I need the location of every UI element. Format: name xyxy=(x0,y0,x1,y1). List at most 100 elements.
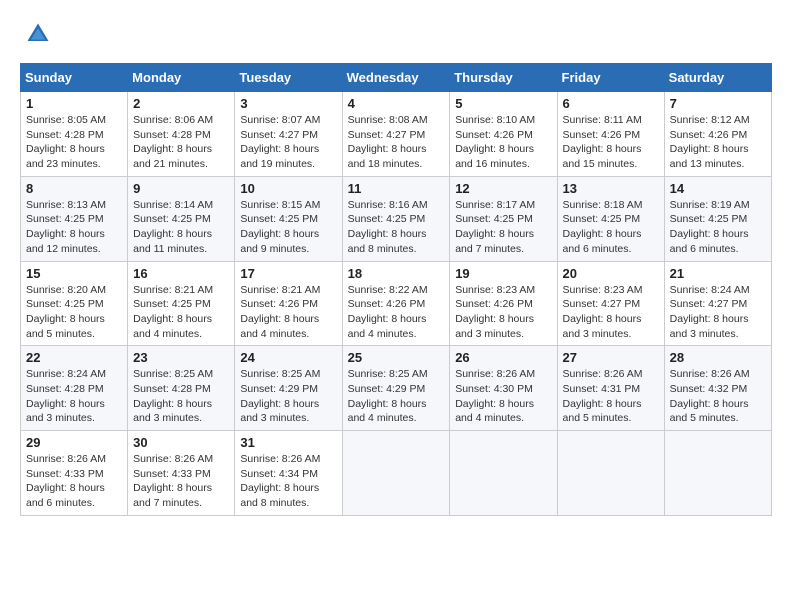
weekday-header-sunday: Sunday xyxy=(21,64,128,92)
calendar-cell: 16 Sunrise: 8:21 AM Sunset: 4:25 PM Dayl… xyxy=(128,261,235,346)
week-row-3: 15 Sunrise: 8:20 AM Sunset: 4:25 PM Dayl… xyxy=(21,261,772,346)
day-number: 10 xyxy=(240,181,336,196)
day-number: 5 xyxy=(455,96,551,111)
day-info: Sunrise: 8:22 AM Sunset: 4:26 PM Dayligh… xyxy=(348,283,445,342)
day-number: 18 xyxy=(348,266,445,281)
day-info: Sunrise: 8:25 AM Sunset: 4:28 PM Dayligh… xyxy=(133,367,229,426)
week-row-1: 1 Sunrise: 8:05 AM Sunset: 4:28 PM Dayli… xyxy=(21,92,772,177)
calendar-cell xyxy=(557,431,664,516)
weekday-header-saturday: Saturday xyxy=(664,64,771,92)
calendar-cell xyxy=(664,431,771,516)
page-header xyxy=(20,20,772,53)
calendar-cell: 18 Sunrise: 8:22 AM Sunset: 4:26 PM Dayl… xyxy=(342,261,450,346)
day-number: 26 xyxy=(455,350,551,365)
calendar-cell: 19 Sunrise: 8:23 AM Sunset: 4:26 PM Dayl… xyxy=(450,261,557,346)
calendar-cell: 13 Sunrise: 8:18 AM Sunset: 4:25 PM Dayl… xyxy=(557,176,664,261)
day-number: 27 xyxy=(563,350,659,365)
calendar-cell: 4 Sunrise: 8:08 AM Sunset: 4:27 PM Dayli… xyxy=(342,92,450,177)
day-info: Sunrise: 8:21 AM Sunset: 4:26 PM Dayligh… xyxy=(240,283,336,342)
day-info: Sunrise: 8:16 AM Sunset: 4:25 PM Dayligh… xyxy=(348,198,445,257)
calendar-cell: 30 Sunrise: 8:26 AM Sunset: 4:33 PM Dayl… xyxy=(128,431,235,516)
calendar-cell: 26 Sunrise: 8:26 AM Sunset: 4:30 PM Dayl… xyxy=(450,346,557,431)
weekday-header-row: SundayMondayTuesdayWednesdayThursdayFrid… xyxy=(21,64,772,92)
weekday-header-monday: Monday xyxy=(128,64,235,92)
day-info: Sunrise: 8:26 AM Sunset: 4:31 PM Dayligh… xyxy=(563,367,659,426)
calendar-cell: 3 Sunrise: 8:07 AM Sunset: 4:27 PM Dayli… xyxy=(235,92,342,177)
calendar-cell: 2 Sunrise: 8:06 AM Sunset: 4:28 PM Dayli… xyxy=(128,92,235,177)
week-row-5: 29 Sunrise: 8:26 AM Sunset: 4:33 PM Dayl… xyxy=(21,431,772,516)
day-info: Sunrise: 8:12 AM Sunset: 4:26 PM Dayligh… xyxy=(670,113,766,172)
day-info: Sunrise: 8:20 AM Sunset: 4:25 PM Dayligh… xyxy=(26,283,122,342)
day-number: 2 xyxy=(133,96,229,111)
day-info: Sunrise: 8:24 AM Sunset: 4:27 PM Dayligh… xyxy=(670,283,766,342)
day-info: Sunrise: 8:07 AM Sunset: 4:27 PM Dayligh… xyxy=(240,113,336,172)
calendar-cell: 9 Sunrise: 8:14 AM Sunset: 4:25 PM Dayli… xyxy=(128,176,235,261)
day-number: 30 xyxy=(133,435,229,450)
day-number: 8 xyxy=(26,181,122,196)
calendar-cell: 24 Sunrise: 8:25 AM Sunset: 4:29 PM Dayl… xyxy=(235,346,342,431)
day-number: 14 xyxy=(670,181,766,196)
weekday-header-tuesday: Tuesday xyxy=(235,64,342,92)
calendar-cell: 23 Sunrise: 8:25 AM Sunset: 4:28 PM Dayl… xyxy=(128,346,235,431)
day-info: Sunrise: 8:23 AM Sunset: 4:27 PM Dayligh… xyxy=(563,283,659,342)
day-info: Sunrise: 8:21 AM Sunset: 4:25 PM Dayligh… xyxy=(133,283,229,342)
calendar-cell: 1 Sunrise: 8:05 AM Sunset: 4:28 PM Dayli… xyxy=(21,92,128,177)
day-info: Sunrise: 8:15 AM Sunset: 4:25 PM Dayligh… xyxy=(240,198,336,257)
logo-icon xyxy=(24,20,52,48)
day-number: 3 xyxy=(240,96,336,111)
day-info: Sunrise: 8:18 AM Sunset: 4:25 PM Dayligh… xyxy=(563,198,659,257)
calendar-cell: 21 Sunrise: 8:24 AM Sunset: 4:27 PM Dayl… xyxy=(664,261,771,346)
weekday-header-wednesday: Wednesday xyxy=(342,64,450,92)
week-row-2: 8 Sunrise: 8:13 AM Sunset: 4:25 PM Dayli… xyxy=(21,176,772,261)
calendar-cell: 25 Sunrise: 8:25 AM Sunset: 4:29 PM Dayl… xyxy=(342,346,450,431)
day-info: Sunrise: 8:19 AM Sunset: 4:25 PM Dayligh… xyxy=(670,198,766,257)
day-info: Sunrise: 8:26 AM Sunset: 4:34 PM Dayligh… xyxy=(240,452,336,511)
day-number: 21 xyxy=(670,266,766,281)
calendar-cell: 14 Sunrise: 8:19 AM Sunset: 4:25 PM Dayl… xyxy=(664,176,771,261)
calendar-cell: 20 Sunrise: 8:23 AM Sunset: 4:27 PM Dayl… xyxy=(557,261,664,346)
calendar-cell: 27 Sunrise: 8:26 AM Sunset: 4:31 PM Dayl… xyxy=(557,346,664,431)
calendar-cell: 17 Sunrise: 8:21 AM Sunset: 4:26 PM Dayl… xyxy=(235,261,342,346)
calendar-cell: 11 Sunrise: 8:16 AM Sunset: 4:25 PM Dayl… xyxy=(342,176,450,261)
day-number: 19 xyxy=(455,266,551,281)
day-number: 9 xyxy=(133,181,229,196)
calendar-cell: 31 Sunrise: 8:26 AM Sunset: 4:34 PM Dayl… xyxy=(235,431,342,516)
day-info: Sunrise: 8:17 AM Sunset: 4:25 PM Dayligh… xyxy=(455,198,551,257)
day-number: 12 xyxy=(455,181,551,196)
day-number: 6 xyxy=(563,96,659,111)
day-number: 17 xyxy=(240,266,336,281)
calendar-cell: 5 Sunrise: 8:10 AM Sunset: 4:26 PM Dayli… xyxy=(450,92,557,177)
calendar-cell: 29 Sunrise: 8:26 AM Sunset: 4:33 PM Dayl… xyxy=(21,431,128,516)
calendar-cell: 10 Sunrise: 8:15 AM Sunset: 4:25 PM Dayl… xyxy=(235,176,342,261)
day-info: Sunrise: 8:26 AM Sunset: 4:33 PM Dayligh… xyxy=(26,452,122,511)
day-number: 31 xyxy=(240,435,336,450)
logo xyxy=(20,20,52,53)
weekday-header-friday: Friday xyxy=(557,64,664,92)
day-info: Sunrise: 8:26 AM Sunset: 4:32 PM Dayligh… xyxy=(670,367,766,426)
day-number: 1 xyxy=(26,96,122,111)
calendar-cell: 12 Sunrise: 8:17 AM Sunset: 4:25 PM Dayl… xyxy=(450,176,557,261)
calendar-cell: 8 Sunrise: 8:13 AM Sunset: 4:25 PM Dayli… xyxy=(21,176,128,261)
day-info: Sunrise: 8:24 AM Sunset: 4:28 PM Dayligh… xyxy=(26,367,122,426)
day-number: 15 xyxy=(26,266,122,281)
day-info: Sunrise: 8:13 AM Sunset: 4:25 PM Dayligh… xyxy=(26,198,122,257)
day-info: Sunrise: 8:26 AM Sunset: 4:30 PM Dayligh… xyxy=(455,367,551,426)
calendar-cell: 28 Sunrise: 8:26 AM Sunset: 4:32 PM Dayl… xyxy=(664,346,771,431)
day-number: 4 xyxy=(348,96,445,111)
day-number: 20 xyxy=(563,266,659,281)
day-number: 22 xyxy=(26,350,122,365)
day-info: Sunrise: 8:25 AM Sunset: 4:29 PM Dayligh… xyxy=(348,367,445,426)
calendar-cell xyxy=(450,431,557,516)
week-row-4: 22 Sunrise: 8:24 AM Sunset: 4:28 PM Dayl… xyxy=(21,346,772,431)
calendar-cell: 22 Sunrise: 8:24 AM Sunset: 4:28 PM Dayl… xyxy=(21,346,128,431)
day-number: 16 xyxy=(133,266,229,281)
day-info: Sunrise: 8:23 AM Sunset: 4:26 PM Dayligh… xyxy=(455,283,551,342)
day-number: 25 xyxy=(348,350,445,365)
day-number: 11 xyxy=(348,181,445,196)
day-info: Sunrise: 8:05 AM Sunset: 4:28 PM Dayligh… xyxy=(26,113,122,172)
day-info: Sunrise: 8:25 AM Sunset: 4:29 PM Dayligh… xyxy=(240,367,336,426)
day-number: 13 xyxy=(563,181,659,196)
day-info: Sunrise: 8:08 AM Sunset: 4:27 PM Dayligh… xyxy=(348,113,445,172)
calendar-cell: 6 Sunrise: 8:11 AM Sunset: 4:26 PM Dayli… xyxy=(557,92,664,177)
day-number: 23 xyxy=(133,350,229,365)
